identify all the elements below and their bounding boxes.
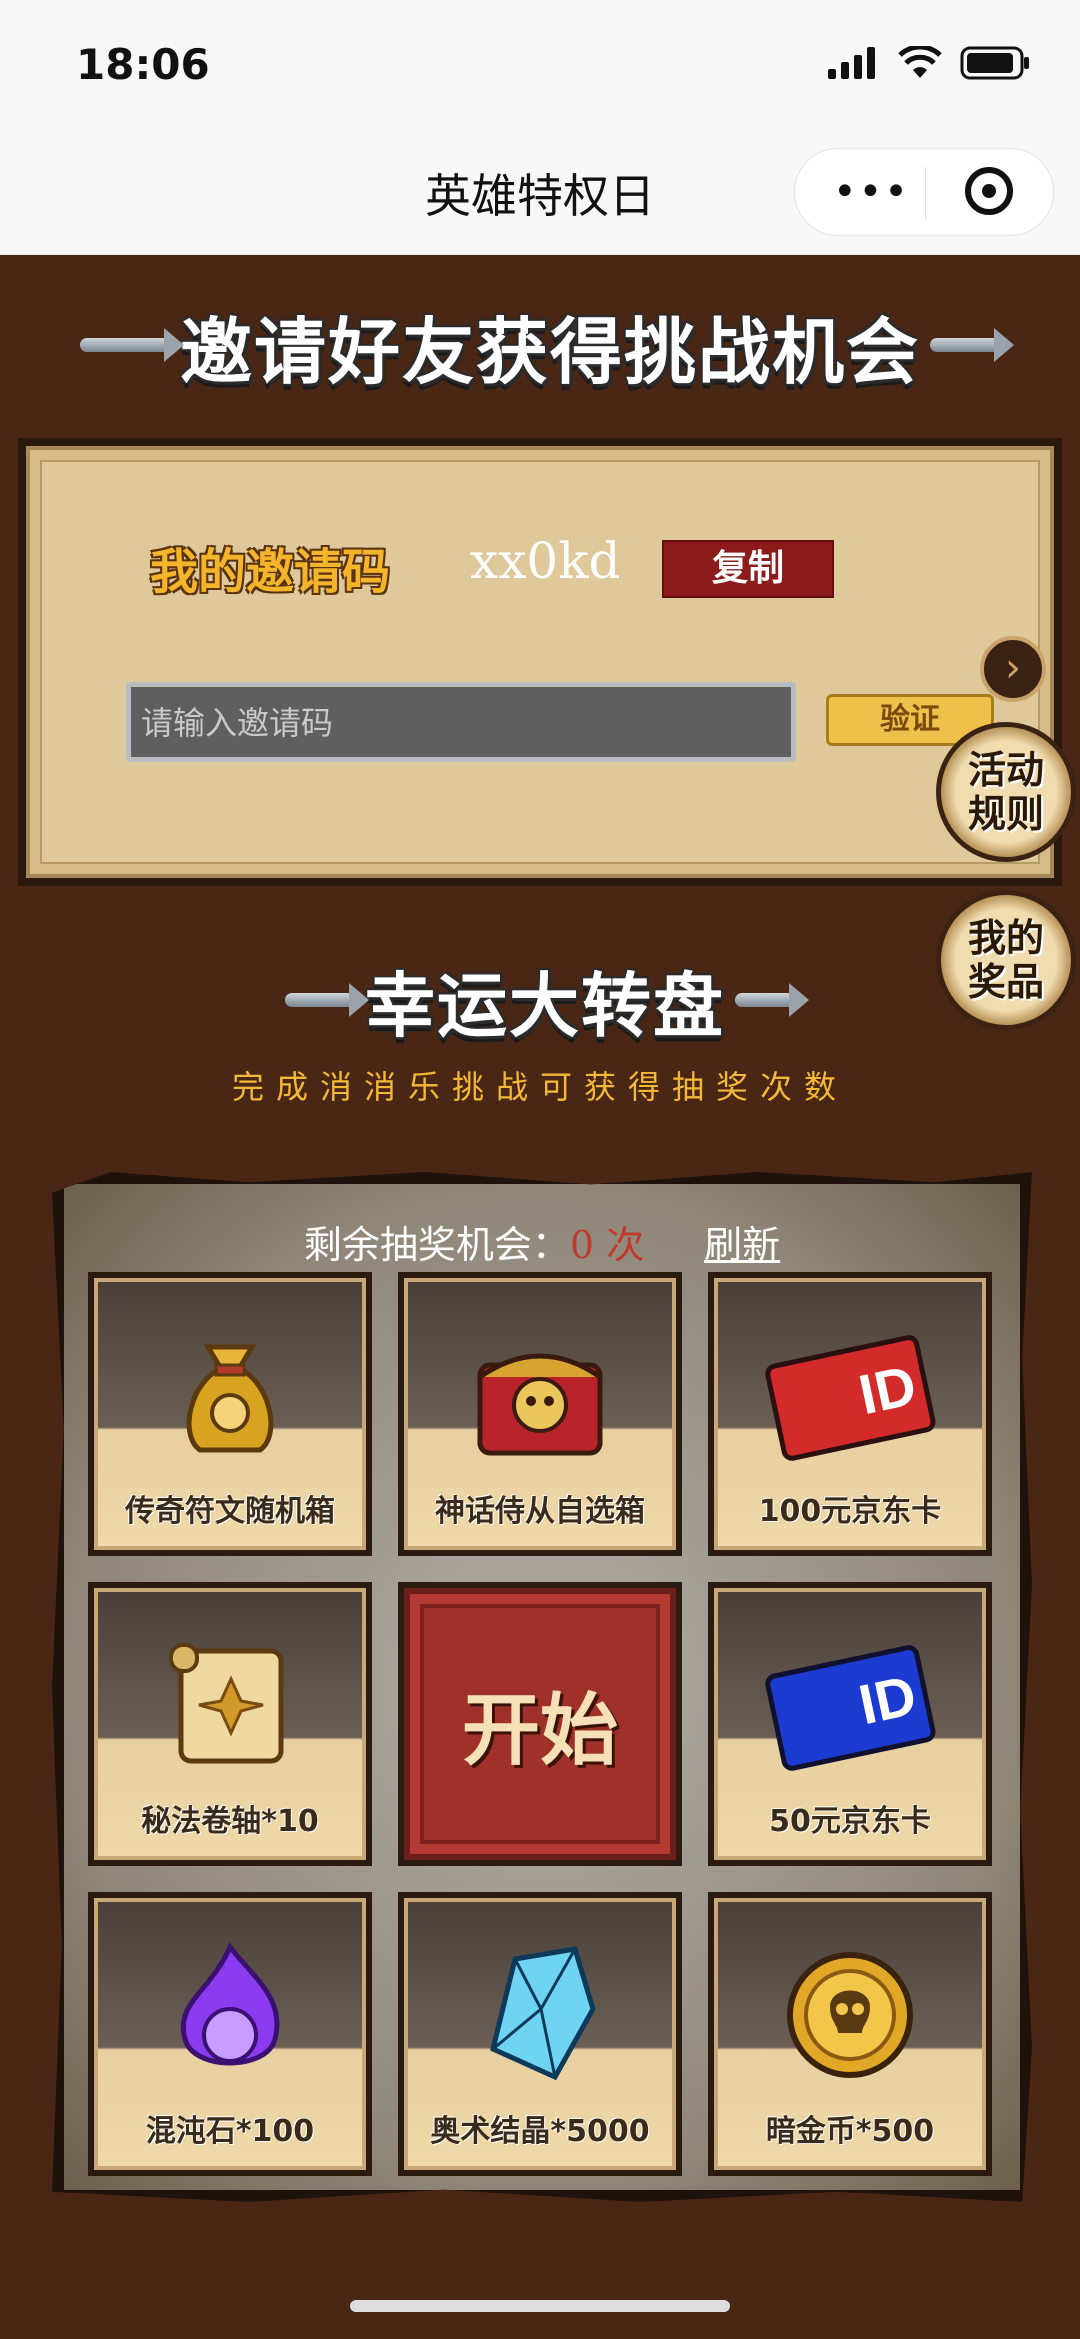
prize-cell: 暗金币*500 [708, 1892, 992, 2176]
scroll-icon [169, 1642, 284, 1764]
prizes-label-line2: 奖品 [967, 960, 1044, 1004]
activity-rules-button[interactable]: 活动 规则 [936, 722, 1076, 862]
sword-left-icon [285, 983, 369, 1017]
wheel-banner: 幸运大转盘 [270, 958, 810, 1047]
prizes-label-line1: 我的 [967, 916, 1044, 960]
my-code-value: xx0kd [470, 532, 621, 590]
prize-cell: 神话侍从自选箱 [398, 1272, 682, 1556]
prize-label: 奥术结晶*5000 [430, 2114, 650, 2149]
next-arrow-button[interactable]: › [980, 636, 1046, 702]
red-jd-card-icon: ID [765, 1334, 936, 1461]
invite-panel: 我的邀请码 xx0kd 复制 验证 [18, 438, 1062, 886]
prize-label: 秘法卷轴*10 [141, 1804, 319, 1839]
lucky-wheel-board: 剩余抽奖机会：0 次 刷新 传奇符文随机箱 神话侍从自选箱 ID 100元京东卡 … [52, 1172, 1032, 2202]
prize-label: 100元京东卡 [758, 1494, 942, 1529]
prize-cell: ID 50元京东卡 [708, 1582, 992, 1866]
nav-bar: 英雄特权日 ••• [0, 130, 1080, 255]
prize-label: 暗金币*500 [765, 2114, 935, 2149]
rules-label-line1: 活动 [967, 748, 1044, 792]
status-bar: 18:06 [0, 0, 1080, 130]
chances-value: 0 次 [569, 1223, 645, 1267]
prize-cell: 传奇符文随机箱 [88, 1272, 372, 1556]
remaining-chances: 剩余抽奖机会：0 次 刷新 [64, 1214, 1020, 1269]
copy-button[interactable]: 复制 [662, 540, 834, 598]
purple-flame-stone-icon [180, 1941, 280, 2066]
invite-banner: 邀请好友获得挑战机会 [80, 300, 1014, 394]
prize-label: 50元京东卡 [769, 1804, 931, 1839]
battery-icon [960, 46, 1029, 80]
signal-icon [828, 47, 875, 79]
sword-left-icon [80, 328, 184, 362]
invite-banner-title: 邀请好友获得挑战机会 [180, 309, 921, 394]
start-cell: 开始 [398, 1582, 682, 1866]
skull-chest-icon [477, 1353, 603, 1456]
my-prizes-button[interactable]: 我的 奖品 [936, 890, 1076, 1030]
prize-cell: 奥术结晶*5000 [398, 1892, 682, 2176]
wheel-banner-title: 幸运大转盘 [365, 964, 725, 1047]
prize-cell: ID 100元京东卡 [708, 1272, 992, 1556]
invite-code-input[interactable] [139, 697, 783, 749]
chances-label: 剩余抽奖机会： [303, 1223, 570, 1267]
sword-right-icon [930, 328, 1014, 362]
status-icons [828, 46, 1030, 80]
mini-program-capsule: ••• [794, 148, 1054, 236]
prize-label: 神话侍从自选箱 [435, 1494, 645, 1529]
start-button[interactable]: 开始 [404, 1588, 676, 1860]
wheel-subtitle: 完成消消乐挑战可获得抽奖次数 [231, 1068, 848, 1106]
gold-bag-icon [186, 1344, 274, 1453]
my-code-label: 我的邀请码 [150, 544, 391, 600]
lucky-wheel-board-inner: 剩余抽奖机会：0 次 刷新 传奇符文随机箱 神话侍从自选箱 ID 100元京东卡 … [64, 1184, 1020, 2190]
refresh-link[interactable]: 刷新 [704, 1223, 780, 1267]
status-time: 18:06 [76, 40, 210, 89]
home-indicator [350, 2300, 730, 2312]
prize-label: 传奇符文随机箱 [125, 1494, 335, 1529]
invite-code-field [126, 682, 796, 762]
prize-cell: 秘法卷轴*10 [88, 1582, 372, 1866]
prize-label: 混沌石*100 [145, 2114, 315, 2149]
more-icon[interactable]: ••• [833, 169, 910, 215]
blue-crystal-icon [490, 1945, 596, 2080]
sword-right-icon [735, 983, 809, 1017]
rules-label-line2: 规则 [967, 792, 1044, 836]
blue-jd-card-icon: ID [765, 1644, 936, 1771]
skull-coin-icon [787, 1951, 913, 2078]
invite-panel-inner: 我的邀请码 xx0kd 复制 验证 [26, 446, 1054, 878]
close-target-icon[interactable] [965, 167, 1013, 215]
prize-cell: 混沌石*100 [88, 1892, 372, 2176]
wifi-icon [898, 46, 942, 78]
capsule-divider [925, 167, 926, 219]
